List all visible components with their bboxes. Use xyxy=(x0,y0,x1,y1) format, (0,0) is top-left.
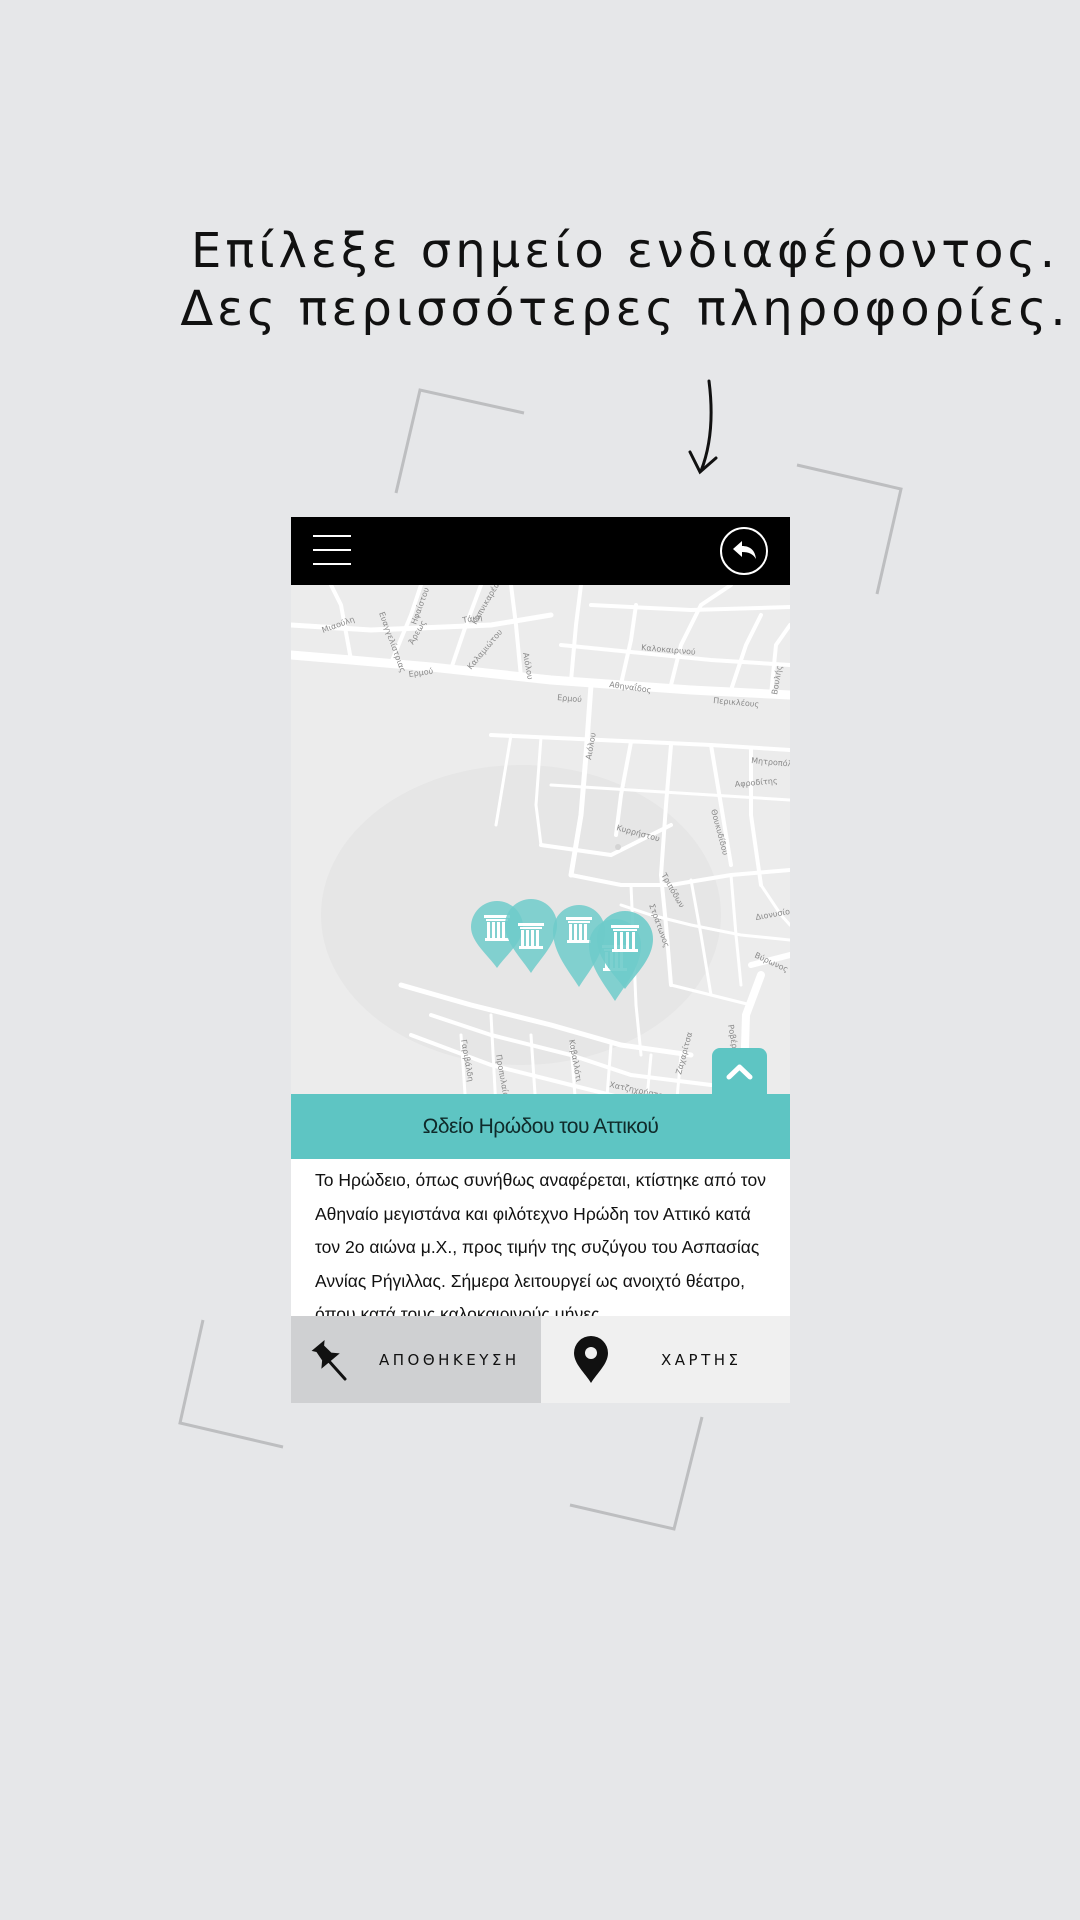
place-title-bar: Ωδείο Ηρώδου του Αττικού xyxy=(291,1094,790,1159)
bottom-action-bar: ΑΠΟΘΗΚΕΥΣΗ ΧΑΡΤΗΣ xyxy=(291,1316,790,1403)
hand-drawn-arrow-icon xyxy=(688,379,718,475)
map-view[interactable]: Μιαούλη Ευαγγελίστριας Άρεως Ηφαίστου Ερ… xyxy=(291,585,790,1109)
save-label: ΑΠΟΘΗΚΕΥΣΗ xyxy=(379,1350,520,1369)
map-button[interactable]: ΧΑΡΤΗΣ xyxy=(541,1316,790,1403)
map-label: ΧΑΡΤΗΣ xyxy=(661,1350,742,1369)
ancient-column-pin-icon[interactable] xyxy=(504,897,558,975)
ancient-column-pin-icon[interactable] xyxy=(596,911,654,991)
headline-line-1: Επίλεξε σημείο ενδιαφέροντος. xyxy=(191,223,1059,279)
hamburger-menu-icon[interactable] xyxy=(313,535,351,567)
app-screen: Μιαούλη Ευαγγελίστριας Άρεως Ηφαίστου Ερ… xyxy=(291,517,790,1403)
place-description: Το Ηρώδειο, όπως συνήθως αναφέρεται, κτί… xyxy=(315,1170,766,1324)
headline-line-2: Δες περισσότερες πληροφορίες. xyxy=(180,281,1070,337)
expand-panel-button[interactable] xyxy=(712,1048,767,1096)
place-title: Ωδείο Ηρώδου του Αττικού xyxy=(422,1114,659,1138)
back-arrow-icon[interactable] xyxy=(720,527,768,575)
instruction-headline: Επίλεξε σημείο ενδιαφέροντος. Δες περισσ… xyxy=(130,222,1080,338)
chevron-up-icon xyxy=(726,1064,753,1080)
top-bar xyxy=(291,517,790,585)
save-button[interactable]: ΑΠΟΘΗΚΕΥΣΗ xyxy=(291,1316,541,1403)
map-pin-icon xyxy=(574,1335,608,1383)
pushpin-icon xyxy=(311,1339,347,1380)
